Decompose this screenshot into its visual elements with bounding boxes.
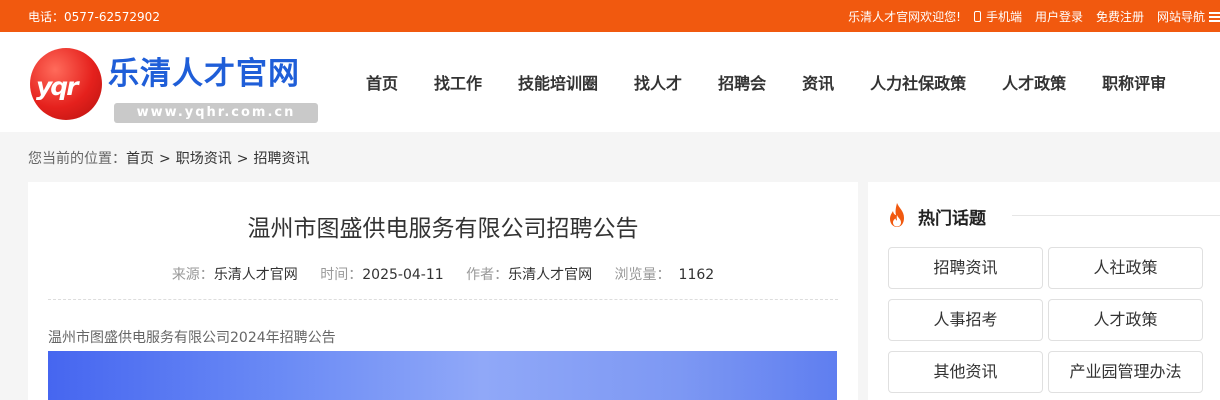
site-header: yqr 乐清人才官网 www.yqhr.com.cn 首页 找工作 技能培训圈 …: [0, 32, 1220, 132]
topic-personnel-exam[interactable]: 人事招考: [888, 299, 1043, 341]
nav-social-security-policy[interactable]: 人力社保政策: [852, 70, 984, 94]
breadcrumb-recruitment-news[interactable]: 招聘资讯: [253, 151, 309, 167]
register-link[interactable]: 免费注册: [1096, 8, 1144, 25]
article-meta: 来源：乐清人才官网 时间：2025-04-11 作者：乐清人才官网 浏览量： 11…: [28, 264, 858, 284]
logo-mark-text: yqr: [36, 72, 79, 101]
nav-news[interactable]: 资讯: [784, 70, 852, 94]
site-nav-label: 网站导航: [1156, 10, 1205, 24]
article-title: 温州市图盛供电服务有限公司招聘公告: [247, 216, 639, 242]
hot-topics-header: 热门话题: [886, 202, 1220, 229]
article-divider: [48, 299, 838, 300]
views-label: 浏览量：: [614, 267, 671, 283]
source-value: 乐清人才官网: [213, 267, 298, 283]
source-label: 来源：: [171, 267, 214, 283]
topic-talent-policy[interactable]: 人才政策: [1048, 299, 1203, 341]
sidebar: 热门话题 招聘资讯 人社政策 人事招考 人才政策 其他资讯 产业园管理办法: [868, 182, 1220, 400]
breadcrumb-separator: >: [236, 151, 249, 167]
menu-icon: [1209, 12, 1220, 22]
logo-title: 乐清人才官网: [108, 56, 300, 92]
mobile-link-label: 手机端: [985, 10, 1022, 24]
topic-other-news[interactable]: 其他资讯: [888, 351, 1043, 393]
breadcrumb-career-news[interactable]: 职场资讯: [176, 151, 232, 167]
time-label: 时间：: [320, 267, 363, 283]
hot-topics-rule: [1012, 215, 1220, 216]
nav-job-fair[interactable]: 招聘会: [700, 70, 784, 94]
top-bar: 电话：0577-62572902 乐清人才官网欢迎您! 手机端 用户登录 免费注…: [0, 0, 1220, 32]
site-logo[interactable]: yqr 乐清人才官网 www.yqhr.com.cn: [30, 46, 320, 124]
logo-emblem: yqr: [30, 48, 102, 120]
nav-skills-training[interactable]: 技能培训圈: [500, 70, 616, 94]
main-nav: 首页 找工作 技能培训圈 找人才 招聘会 资讯 人力社保政策 人才政策 职称评审: [348, 32, 1184, 132]
article-banner-image: [48, 351, 837, 400]
breadcrumb-prefix: 您当前的位置：: [28, 151, 126, 167]
topic-hr-social-policy[interactable]: 人社政策: [1048, 247, 1203, 289]
nav-find-job[interactable]: 找工作: [416, 70, 500, 94]
top-links: 乐清人才官网欢迎您! 手机端 用户登录 免费注册 网站导航: [848, 8, 1220, 25]
mobile-phone-icon: [973, 11, 981, 22]
breadcrumb: 您当前的位置：首页 > 职场资讯 > 招聘资讯: [28, 148, 309, 168]
article-panel: 温州市图盛供电服务有限公司招聘公告 来源：乐清人才官网 时间：2025-04-1…: [28, 182, 858, 400]
topic-industrial-park-rules[interactable]: 产业园管理办法: [1048, 351, 1203, 393]
topic-recruitment-news[interactable]: 招聘资讯: [888, 247, 1043, 289]
logo-url: www.yqhr.com.cn: [114, 103, 318, 123]
time-value: 2025-04-11: [362, 267, 444, 283]
nav-title-review[interactable]: 职称评审: [1084, 70, 1184, 94]
nav-find-talent[interactable]: 找人才: [616, 70, 700, 94]
mobile-link[interactable]: 手机端: [973, 8, 1022, 25]
hot-topics-title: 热门话题: [918, 209, 986, 229]
login-link[interactable]: 用户登录: [1035, 8, 1083, 25]
author-value: 乐清人才官网: [508, 267, 593, 283]
contact-phone: 电话：0577-62572902: [28, 10, 160, 24]
author-label: 作者：: [466, 267, 509, 283]
nav-talent-policy[interactable]: 人才政策: [984, 70, 1084, 94]
welcome-text: 乐清人才官网欢迎您!: [848, 10, 961, 24]
site-nav-link[interactable]: 网站导航: [1157, 8, 1220, 25]
article-intro: 温州市图盛供电服务有限公司2024年招聘公告: [48, 330, 336, 346]
flame-icon: [890, 203, 904, 227]
breadcrumb-separator: >: [159, 151, 171, 167]
nav-home[interactable]: 首页: [348, 70, 416, 94]
breadcrumb-home[interactable]: 首页: [126, 151, 154, 167]
views-count: 1162: [678, 267, 715, 283]
